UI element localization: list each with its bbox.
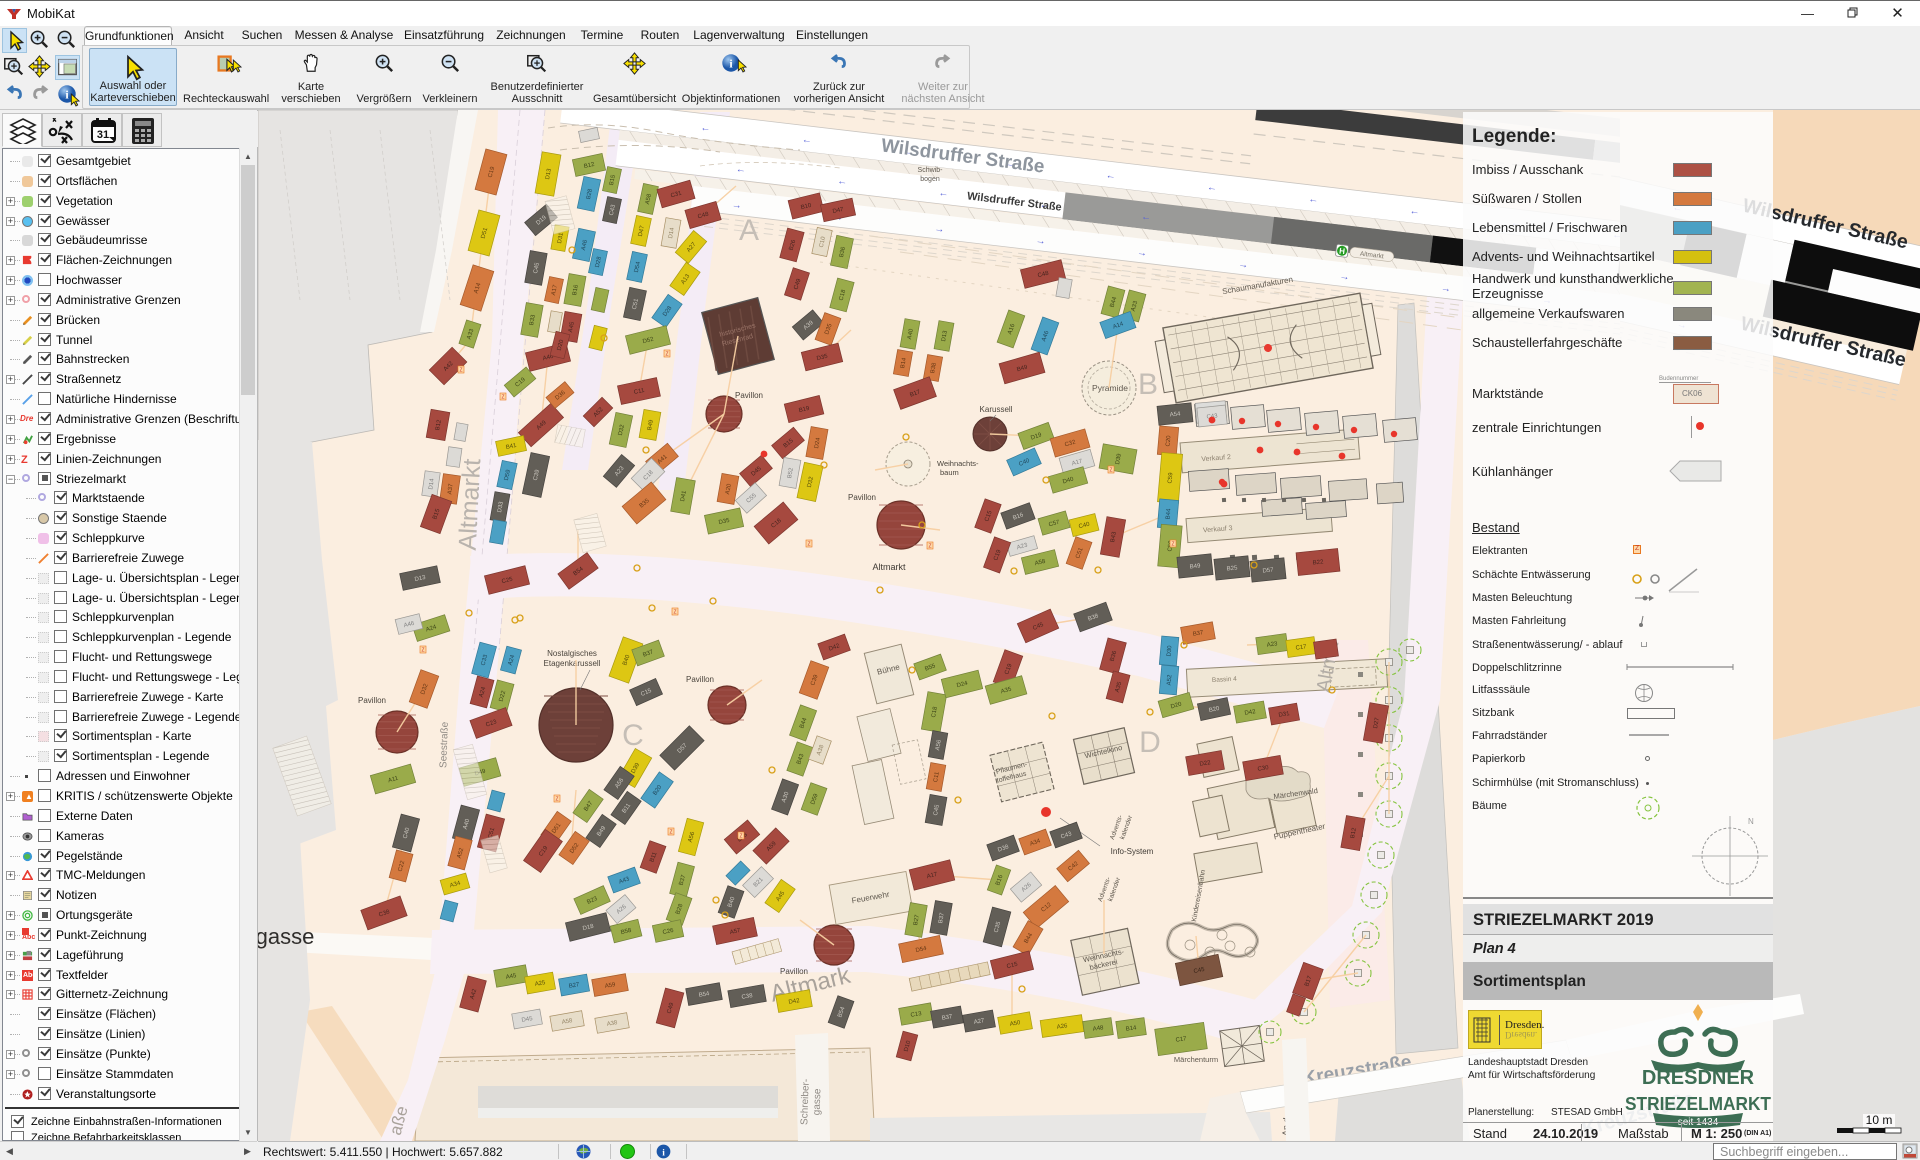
- svg-text:Weihnachts-: Weihnachts-: [937, 459, 979, 468]
- svg-text:B49: B49: [1189, 563, 1201, 570]
- svg-text:Märchenturm: Märchenturm: [1174, 1055, 1218, 1064]
- svg-text:→: →: [1238, 259, 1249, 271]
- svg-text:A: A: [739, 214, 759, 247]
- svg-text:C59: C59: [1168, 472, 1175, 484]
- svg-text:←: ←: [1308, 194, 1319, 206]
- svg-text:Schwib-: Schwib-: [918, 167, 944, 174]
- svg-text:C20: C20: [1166, 435, 1173, 447]
- svg-text:Pavillon: Pavillon: [848, 493, 876, 502]
- svg-text:Bassin 4: Bassin 4: [1212, 676, 1238, 684]
- svg-text:D: D: [1139, 726, 1161, 759]
- svg-text:←: ←: [801, 134, 812, 146]
- svg-text:gasse: gasse: [258, 924, 314, 949]
- svg-text:Pavillon: Pavillon: [686, 675, 714, 684]
- svg-text:Z: Z: [807, 542, 810, 548]
- svg-text:Z: Z: [669, 830, 672, 836]
- svg-text:B44: B44: [1166, 508, 1173, 520]
- svg-text:Etagenkarussell: Etagenkarussell: [544, 659, 601, 668]
- svg-text:←: ←: [1141, 211, 1152, 223]
- svg-text:←: ←: [938, 188, 949, 200]
- svg-text:Z: Z: [555, 797, 558, 803]
- svg-text:B22: B22: [1312, 559, 1324, 566]
- svg-text:Info-System: Info-System: [1111, 847, 1154, 856]
- svg-text:A52: A52: [1167, 674, 1174, 686]
- svg-text:Z: Z: [1171, 542, 1174, 548]
- svg-text:D30: D30: [1167, 645, 1174, 657]
- svg-text:B25: B25: [1226, 565, 1238, 572]
- svg-text:→: →: [1440, 283, 1451, 295]
- svg-text:B: B: [1138, 368, 1158, 401]
- svg-text:←: ←: [1409, 206, 1420, 218]
- svg-text:→: →: [731, 200, 742, 212]
- svg-text:DRESDNER: DRESDNER: [1642, 1067, 1755, 1089]
- svg-text:Z: Z: [421, 648, 424, 654]
- svg-text:10 m: 10 m: [1866, 1113, 1893, 1127]
- svg-text:Z: Z: [665, 352, 668, 358]
- svg-text:Z: Z: [459, 368, 462, 374]
- svg-text:→: →: [1339, 271, 1350, 283]
- svg-text:C: C: [622, 719, 644, 752]
- svg-text:Z: Z: [1109, 468, 1112, 474]
- svg-text:Pavillon: Pavillon: [735, 391, 763, 400]
- svg-text:Pavillon: Pavillon: [358, 696, 386, 705]
- svg-text:i: i: [662, 1148, 665, 1158]
- svg-text:A54: A54: [1169, 411, 1181, 418]
- svg-text:→: →: [1136, 247, 1147, 259]
- svg-text:31: 31: [97, 129, 109, 141]
- svg-text:←: ←: [735, 164, 746, 176]
- svg-text:baum: baum: [940, 468, 959, 477]
- svg-text:Nostalgisches: Nostalgisches: [547, 649, 597, 658]
- svg-text:←: ←: [837, 176, 848, 188]
- svg-text:Altmarkt: Altmarkt: [454, 458, 487, 551]
- svg-text:Schreiber-: Schreiber-: [799, 1079, 812, 1125]
- svg-text:Z: Z: [673, 610, 676, 616]
- svg-text:←: ←: [1105, 170, 1116, 182]
- svg-text:gasse: gasse: [812, 1088, 824, 1115]
- svg-text:D57: D57: [1262, 567, 1274, 574]
- svg-text:N: N: [1748, 817, 1754, 826]
- svg-text:→: →: [1035, 235, 1046, 247]
- svg-text:Altmarkt: Altmarkt: [872, 562, 906, 572]
- svg-text:→: →: [934, 223, 945, 235]
- svg-text:bogen: bogen: [920, 176, 940, 183]
- svg-text:STRIEZELMARKT: STRIEZELMARKT: [1625, 1094, 1771, 1114]
- svg-text:←: ←: [700, 122, 711, 134]
- svg-text:Karussell: Karussell: [980, 405, 1013, 414]
- svg-text:Z: Z: [739, 834, 742, 840]
- svg-text:Z: Z: [501, 395, 504, 401]
- svg-text:Seestraße: Seestraße: [438, 721, 451, 768]
- svg-text:←: ←: [1206, 182, 1217, 194]
- svg-text:Z: Z: [928, 544, 931, 550]
